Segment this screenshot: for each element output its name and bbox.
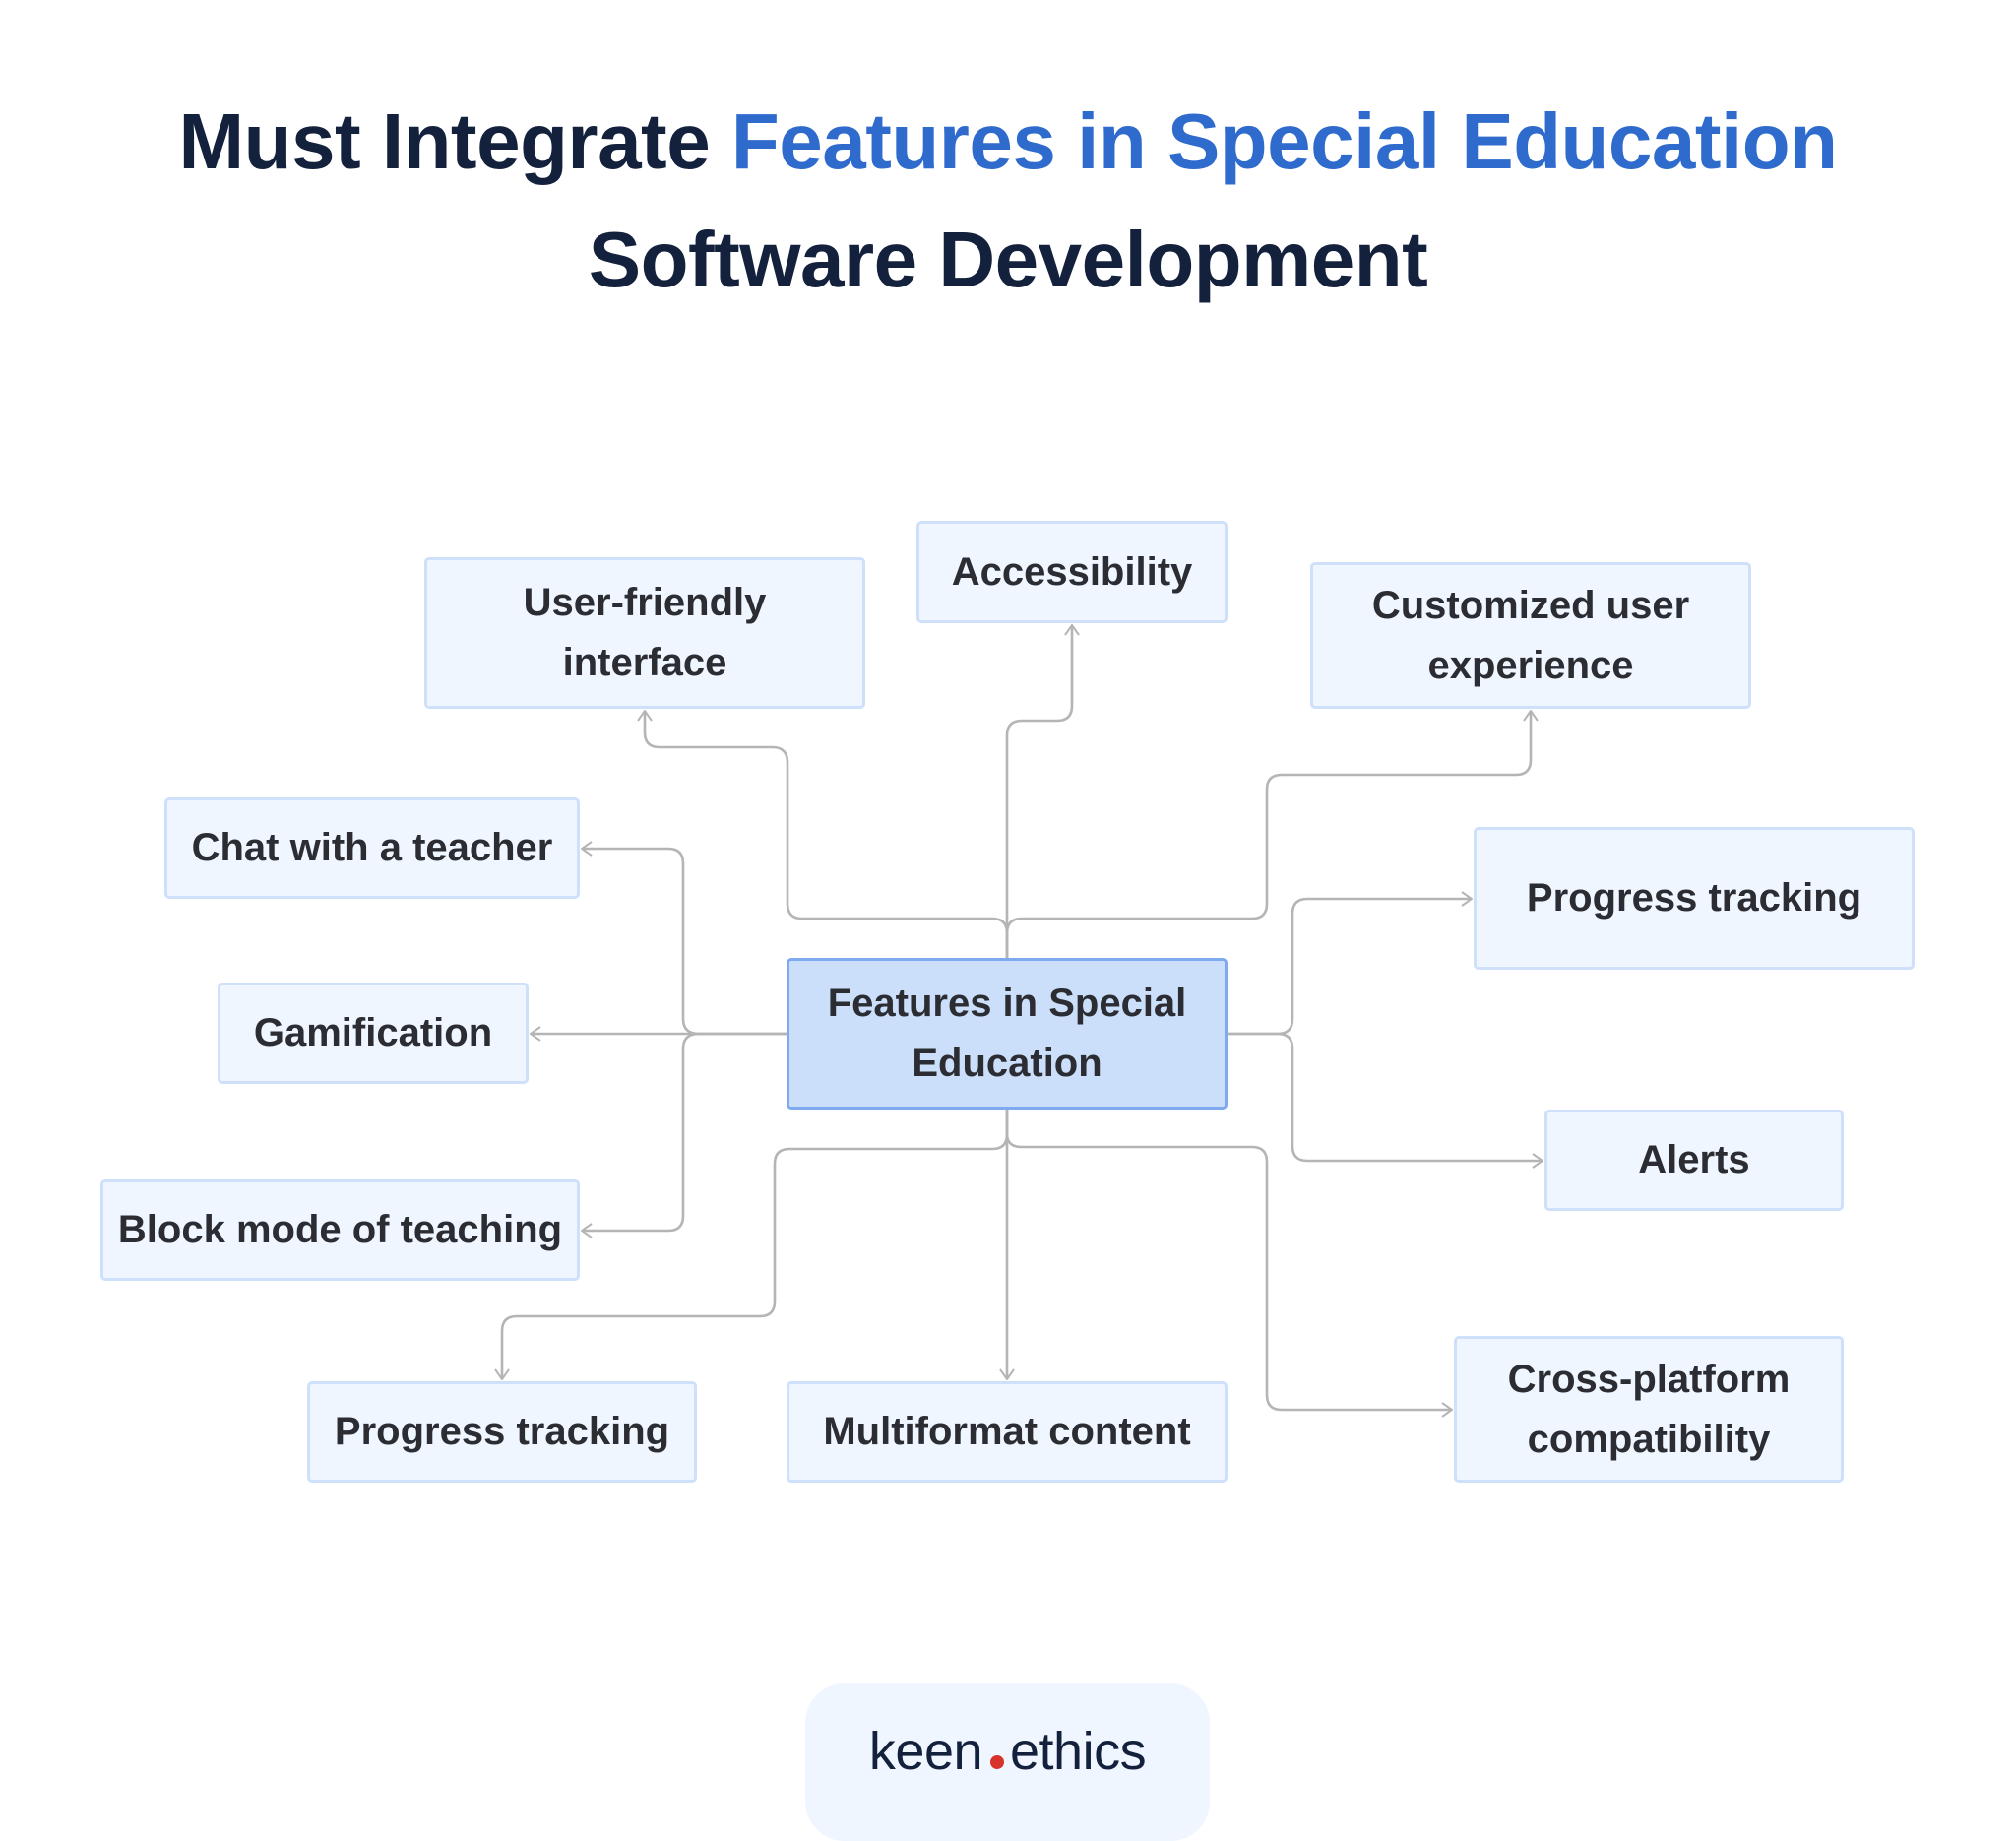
connector-user-friendly-interface [645, 711, 1009, 958]
logo-dot-icon [990, 1755, 1005, 1769]
node-user-friendly-interface: User-friendly interface [424, 557, 865, 709]
node-progress-tracking-right: Progress tracking [1474, 827, 1915, 970]
connector-customized-user-experience [1005, 711, 1531, 958]
logo-text-keen: keen [868, 1722, 983, 1781]
node-cross-platform-compatibility: Cross-platform compatibility [1454, 1336, 1844, 1483]
node-chat-with-a-teacher: Chat with a teacher [164, 797, 580, 899]
connector-progress-tracking-right [1228, 899, 1472, 1036]
connector-chat-with-a-teacher [582, 849, 787, 1036]
connector-alerts [1228, 1032, 1543, 1161]
node-gamification: Gamification [218, 983, 529, 1084]
node-accessibility: Accessibility [916, 521, 1228, 623]
logo-text-ethics: ethics [1010, 1722, 1147, 1781]
node-progress-tracking-bottom: Progress tracking [307, 1381, 697, 1483]
node-customized-user-experience: Customized user experience [1310, 562, 1751, 709]
node-block-mode-of-teaching: Block mode of teaching [100, 1179, 580, 1281]
connector-block-mode-of-teaching [582, 1032, 787, 1231]
node-alerts: Alerts [1544, 1110, 1844, 1211]
brand-logo: keen ethics [805, 1721, 1210, 1782]
connector-accessibility [1005, 625, 1072, 958]
node-multiformat-content: Multiformat content [787, 1381, 1228, 1483]
node-center-features: Features in Special Education [787, 958, 1228, 1110]
connector-cross-platform-compatibility [1005, 1110, 1452, 1410]
